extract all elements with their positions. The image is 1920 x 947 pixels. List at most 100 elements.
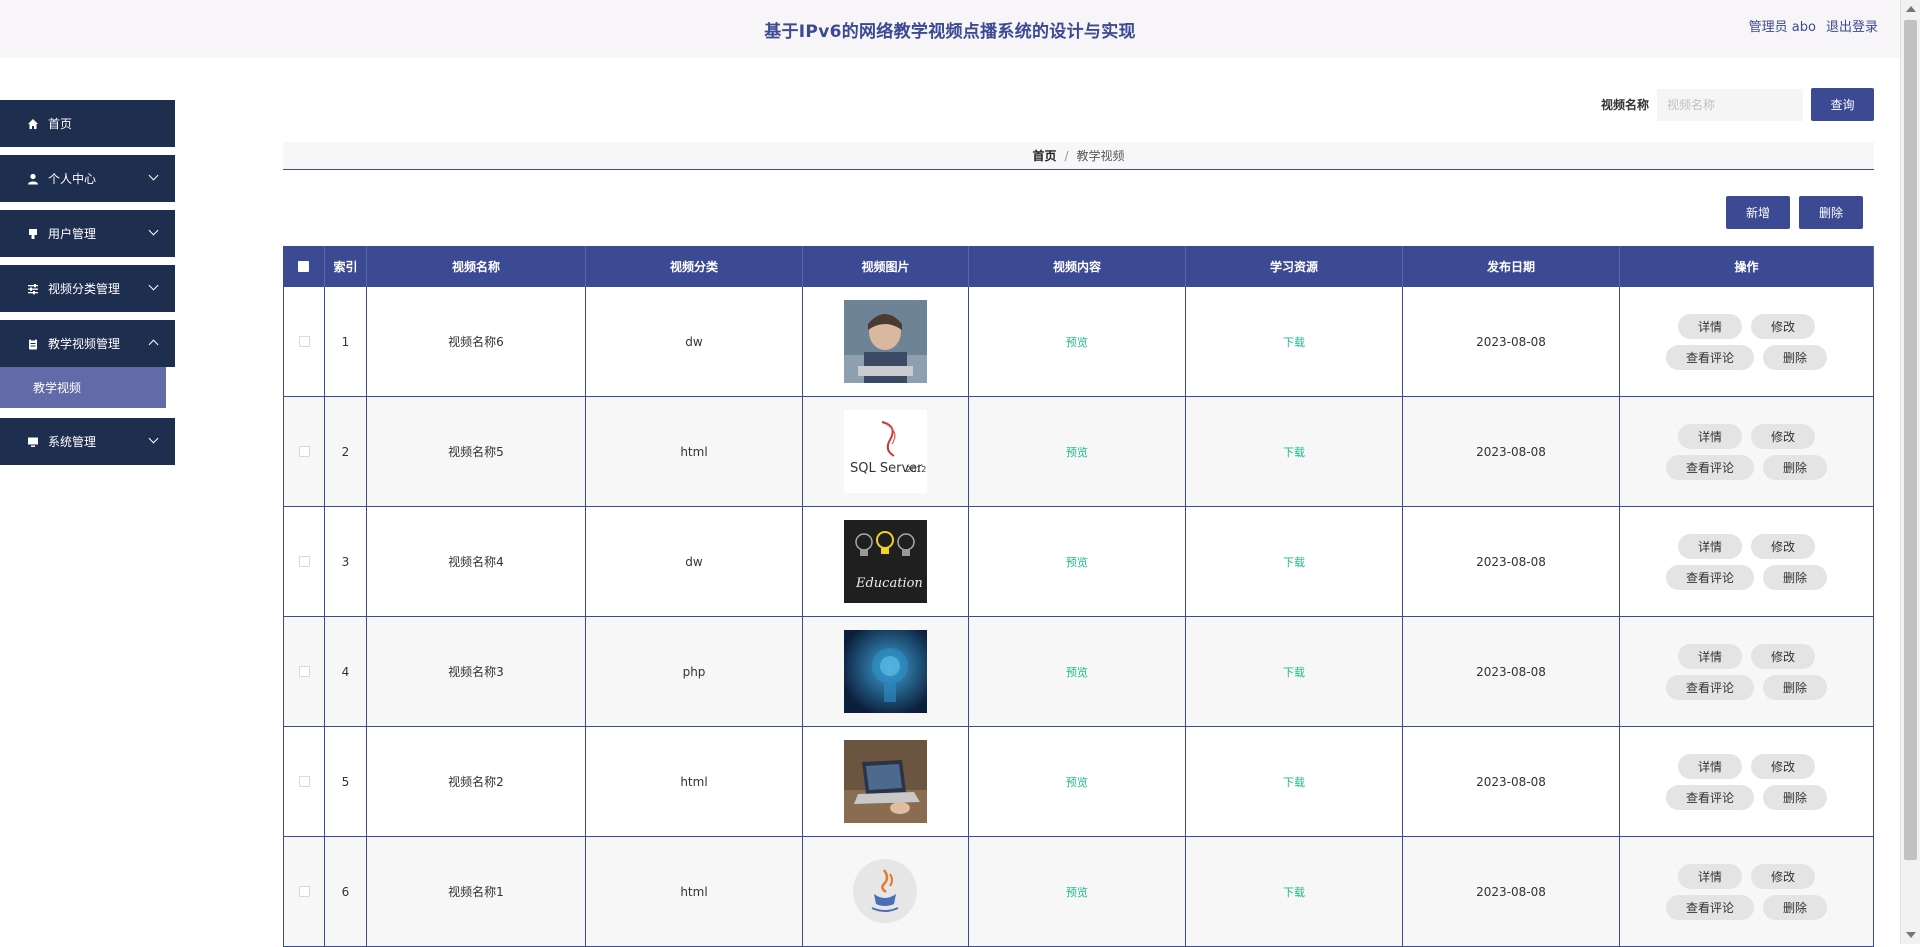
chevron-down-icon bbox=[148, 225, 159, 236]
chevron-down-icon bbox=[148, 280, 159, 291]
edit-button[interactable]: 修改 bbox=[1751, 753, 1816, 779]
download-link[interactable]: 下载 bbox=[1283, 774, 1305, 790]
view-comments-button[interactable]: 查看评论 bbox=[1665, 564, 1754, 590]
row-resource-cell: 下载 bbox=[1186, 507, 1403, 616]
edit-button[interactable]: 修改 bbox=[1751, 423, 1816, 449]
sidebar-item-profile[interactable]: 个人中心 bbox=[0, 155, 175, 202]
row-name: 视频名称2 bbox=[367, 727, 586, 836]
edit-button[interactable]: 修改 bbox=[1751, 643, 1816, 669]
preview-link[interactable]: 预览 bbox=[1066, 774, 1088, 790]
select-all-cell[interactable] bbox=[283, 246, 325, 287]
sidebar-subitem-teaching-video[interactable]: 教学视频 bbox=[0, 367, 166, 408]
download-link[interactable]: 下载 bbox=[1283, 554, 1305, 570]
scroll-down-icon[interactable] bbox=[1906, 932, 1916, 938]
row-delete-button[interactable]: 删除 bbox=[1763, 454, 1828, 480]
sidebar-item-video-category[interactable]: 视频分类管理 bbox=[0, 265, 175, 312]
row-delete-button[interactable]: 删除 bbox=[1763, 894, 1828, 920]
view-comments-button[interactable]: 查看评论 bbox=[1665, 894, 1754, 920]
chevron-down-icon bbox=[148, 433, 159, 444]
delete-button[interactable]: 删除 bbox=[1799, 196, 1863, 229]
row-content-cell: 预览 bbox=[969, 727, 1186, 836]
video-thumbnail[interactable]: SQL Server 2012 bbox=[844, 410, 927, 493]
edit-button[interactable]: 修改 bbox=[1751, 313, 1816, 339]
row-checkbox[interactable] bbox=[298, 336, 310, 347]
preview-link[interactable]: 预览 bbox=[1066, 444, 1088, 460]
detail-button[interactable]: 详情 bbox=[1677, 423, 1742, 449]
detail-button[interactable]: 详情 bbox=[1677, 643, 1742, 669]
view-comments-button[interactable]: 查看评论 bbox=[1665, 784, 1754, 810]
row-delete-button[interactable]: 删除 bbox=[1763, 344, 1828, 370]
sidebar-item-video-management[interactable]: 教学视频管理 bbox=[0, 320, 175, 367]
detail-button[interactable]: 详情 bbox=[1677, 753, 1742, 779]
row-checkbox[interactable] bbox=[298, 556, 310, 567]
detail-button[interactable]: 详情 bbox=[1677, 533, 1742, 559]
preview-link[interactable]: 预览 bbox=[1066, 884, 1088, 900]
row-category: html bbox=[586, 727, 803, 836]
row-checkbox[interactable] bbox=[298, 886, 310, 897]
search-button[interactable]: 查询 bbox=[1811, 88, 1874, 121]
row-image-cell bbox=[803, 287, 969, 396]
edit-button[interactable]: 修改 bbox=[1751, 863, 1816, 889]
view-comments-button[interactable]: 查看评论 bbox=[1665, 674, 1754, 700]
preview-link[interactable]: 预览 bbox=[1066, 664, 1088, 680]
row-content-cell: 预览 bbox=[969, 397, 1186, 506]
logout-link[interactable]: 退出登录 bbox=[1826, 16, 1878, 35]
education-text: Education bbox=[855, 576, 923, 591]
row-checkbox-cell bbox=[283, 287, 325, 396]
download-link[interactable]: 下载 bbox=[1283, 884, 1305, 900]
chevron-up-icon bbox=[148, 339, 159, 350]
row-delete-button[interactable]: 删除 bbox=[1763, 564, 1828, 590]
row-checkbox[interactable] bbox=[298, 446, 310, 457]
row-date: 2023-08-08 bbox=[1403, 287, 1620, 396]
sidebar-item-home[interactable]: 首页 bbox=[0, 100, 175, 147]
video-thumbnail[interactable] bbox=[844, 630, 927, 713]
row-resource-cell: 下载 bbox=[1186, 397, 1403, 506]
row-index: 4 bbox=[325, 617, 367, 726]
current-user: 管理员 abo bbox=[1748, 20, 1816, 35]
scroll-up-icon[interactable] bbox=[1906, 6, 1916, 12]
row-checkbox[interactable] bbox=[298, 776, 310, 787]
row-checkbox-cell bbox=[283, 507, 325, 616]
user-icon bbox=[26, 172, 40, 186]
row-image-cell bbox=[803, 617, 969, 726]
scrollbar-thumb[interactable] bbox=[1904, 20, 1917, 860]
add-button[interactable]: 新增 bbox=[1726, 196, 1790, 229]
row-checkbox[interactable] bbox=[298, 666, 310, 677]
detail-button[interactable]: 详情 bbox=[1677, 863, 1742, 889]
row-delete-button[interactable]: 删除 bbox=[1763, 784, 1828, 810]
download-link[interactable]: 下载 bbox=[1283, 334, 1305, 350]
row-category: php bbox=[586, 617, 803, 726]
sidebar-item-users[interactable]: 用户管理 bbox=[0, 210, 175, 257]
breadcrumb-home[interactable]: 首页 bbox=[1032, 147, 1056, 164]
col-image: 视频图片 bbox=[803, 246, 969, 287]
video-thumbnail[interactable]: Education bbox=[844, 520, 927, 603]
view-comments-button[interactable]: 查看评论 bbox=[1665, 454, 1754, 480]
row-category: dw bbox=[586, 507, 803, 616]
row-name: 视频名称5 bbox=[367, 397, 586, 506]
row-category: dw bbox=[586, 287, 803, 396]
edit-button[interactable]: 修改 bbox=[1751, 533, 1816, 559]
chevron-down-icon bbox=[148, 170, 159, 181]
row-image-cell bbox=[803, 727, 969, 836]
view-comments-button[interactable]: 查看评论 bbox=[1665, 344, 1754, 370]
table-actions: 新增 删除 bbox=[1726, 196, 1863, 229]
vertical-scrollbar[interactable] bbox=[1900, 0, 1920, 944]
video-thumbnail[interactable] bbox=[844, 740, 927, 823]
detail-button[interactable]: 详情 bbox=[1677, 313, 1742, 339]
preview-link[interactable]: 预览 bbox=[1066, 334, 1088, 350]
video-thumbnail[interactable] bbox=[844, 850, 927, 933]
row-ops: 详情 修改 查看评论 删除 bbox=[1620, 837, 1874, 946]
video-thumbnail[interactable] bbox=[844, 300, 927, 383]
preview-link[interactable]: 预览 bbox=[1066, 554, 1088, 570]
sidebar-item-label: 用户管理 bbox=[48, 227, 97, 241]
sidebar-item-system[interactable]: 系统管理 bbox=[0, 418, 175, 465]
search-input[interactable] bbox=[1657, 88, 1803, 121]
row-delete-button[interactable]: 删除 bbox=[1763, 674, 1828, 700]
row-content-cell: 预览 bbox=[969, 287, 1186, 396]
select-all-checkbox[interactable] bbox=[298, 261, 309, 272]
row-ops: 详情 修改 查看评论 删除 bbox=[1620, 397, 1874, 506]
download-link[interactable]: 下载 bbox=[1283, 664, 1305, 680]
row-name: 视频名称6 bbox=[367, 287, 586, 396]
download-link[interactable]: 下载 bbox=[1283, 444, 1305, 460]
breadcrumb-separator: / bbox=[1064, 148, 1069, 163]
